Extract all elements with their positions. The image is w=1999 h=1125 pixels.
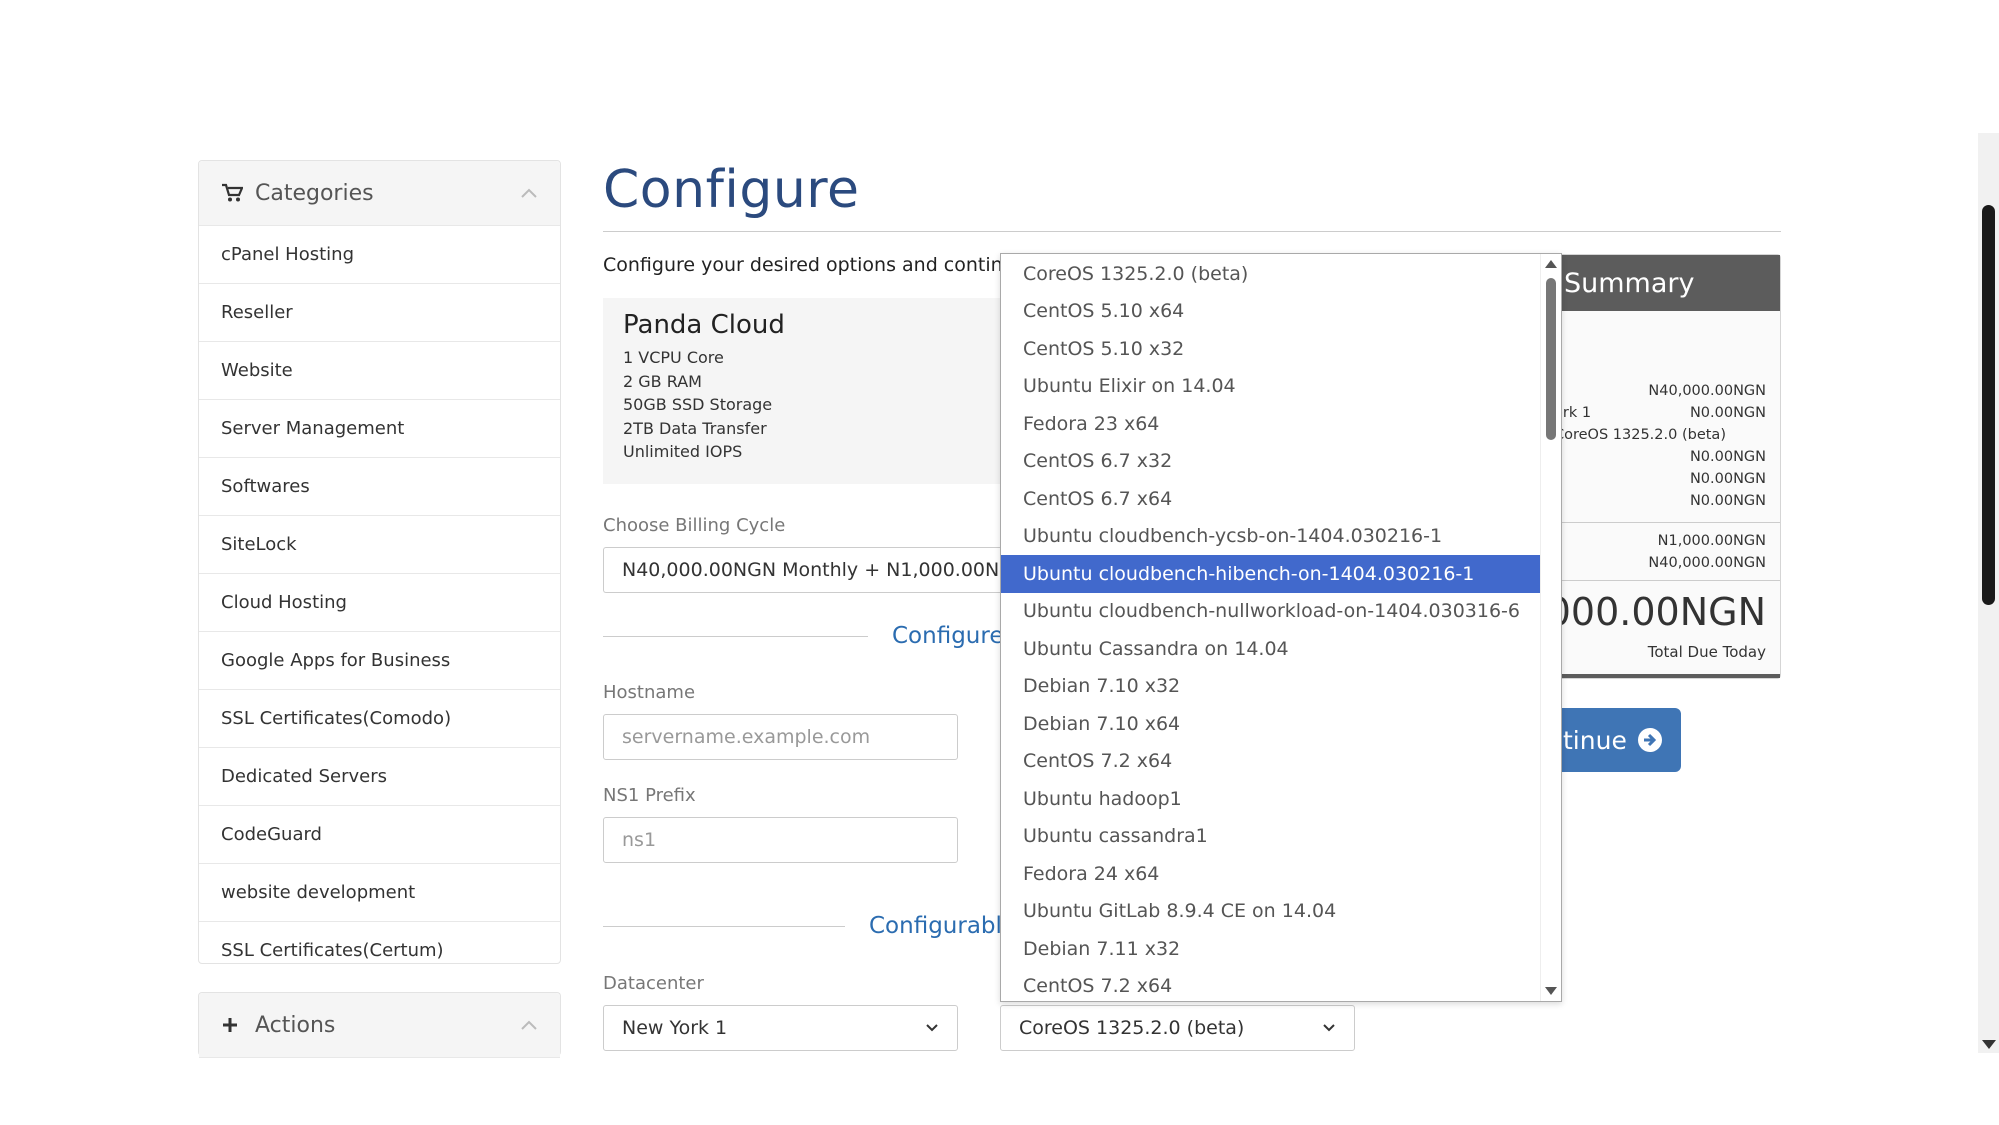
arrow-circle-right-icon [1637, 727, 1663, 753]
page-scroll-thumb[interactable] [1982, 205, 1995, 605]
sidebar-item[interactable]: Server Management [199, 399, 560, 457]
chevron-up-icon[interactable] [520, 1019, 538, 1031]
datacenter-label: Datacenter [603, 973, 704, 994]
summary-recurring: N40,000.00NGN [1648, 555, 1766, 571]
operating-system-select[interactable]: CoreOS 1325.2.0 (beta) [1000, 1005, 1355, 1051]
total-due-amount: ,000.00NGN [1534, 590, 1766, 634]
product-feature: 50GB SSD Storage [623, 395, 773, 414]
hostname-input[interactable]: servername.example.com [603, 714, 958, 760]
categories-header[interactable]: Categories [199, 161, 560, 226]
chevron-down-icon [1322, 1023, 1336, 1033]
hostname-label: Hostname [603, 682, 696, 703]
dropdown-option[interactable]: Debian 7.11 x32 [1001, 930, 1543, 968]
summary-item: CoreOS 1325.2.0 (beta) [1554, 427, 1726, 443]
scroll-down-icon[interactable] [1982, 1040, 1996, 1049]
plus-icon [221, 1016, 243, 1034]
order-summary: Summary N40,000.00NGN ork 1 N0.00NGN Cor… [1535, 254, 1781, 679]
sidebar-item[interactable]: website development [199, 863, 560, 921]
dropdown-option[interactable]: Ubuntu cassandra1 [1001, 818, 1543, 856]
summary-divider [1554, 522, 1780, 523]
intro-text: Configure your desired options and conti… [603, 254, 1015, 276]
dropdown-option[interactable]: CentOS 7.2 x64 [1001, 743, 1543, 781]
dropdown-option[interactable]: CentOS 5.10 x64 [1001, 293, 1543, 331]
dropdown-option[interactable]: Ubuntu Elixir on 14.04 [1001, 368, 1543, 406]
page-title: Configure [603, 160, 860, 220]
product-feature: 2 GB RAM [623, 371, 702, 391]
configurable-options-heading: Configurable [869, 913, 1017, 939]
datacenter-value: New York 1 [622, 1017, 728, 1039]
product-info-box: Panda Cloud 1 VCPU Core 2 GB RAM 50GB SS… [603, 298, 1023, 484]
total-due-label: Total Due Today [1647, 643, 1766, 661]
dropdown-option[interactable]: CentOS 7.2 x64 [1001, 968, 1543, 1002]
sidebar-item[interactable]: SiteLock [199, 515, 560, 573]
dropdown-option[interactable]: Ubuntu cloudbench-hibench-on-1404.030216… [1001, 555, 1543, 593]
sidebar-item[interactable]: Google Apps for Business [199, 631, 560, 689]
section-divider [603, 926, 845, 927]
operating-system-dropdown-list[interactable]: CoreOS 1325.2.0 (beta) CentOS 5.10 x64 Cen… [1000, 253, 1562, 1002]
ns1-prefix-label: NS1 Prefix [603, 785, 696, 806]
dropdown-option[interactable]: CoreOS 1325.2.0 (beta) [1001, 255, 1543, 293]
ns1-placeholder: ns1 [622, 829, 657, 851]
billing-cycle-select[interactable]: N40,000.00NGN Monthly + N1,000.00NGN [603, 547, 1023, 593]
continue-button[interactable]: tinue [1553, 708, 1681, 772]
page-scrollbar[interactable] [1978, 133, 1999, 1053]
summary-divider [1554, 580, 1780, 581]
categories-title: Categories [255, 180, 374, 206]
sidebar-item[interactable]: Dedicated Servers [199, 747, 560, 805]
operating-system-value: CoreOS 1325.2.0 (beta) [1019, 1017, 1245, 1039]
product-name: Panda Cloud [623, 310, 785, 340]
scroll-down-icon[interactable] [1545, 987, 1557, 995]
dropdown-option[interactable]: Ubuntu cloudbench-ycsb-on-1404.030216-1 [1001, 518, 1543, 556]
sidebar-item[interactable]: cPanel Hosting [199, 226, 560, 283]
sidebar-item[interactable]: SSL Certificates(Certum) [199, 921, 560, 979]
sidebar-item[interactable]: Website [199, 341, 560, 399]
summary-setup-fee: N1,000.00NGN [1657, 533, 1766, 549]
summary-amount: N0.00NGN [1689, 493, 1766, 509]
hostname-placeholder: servername.example.com [622, 726, 871, 748]
summary-amount: N0.00NGN [1689, 471, 1766, 487]
dropdown-option[interactable]: Ubuntu hadoop1 [1001, 780, 1543, 818]
chevron-up-icon[interactable] [520, 187, 538, 199]
datacenter-select[interactable]: New York 1 [603, 1005, 958, 1051]
continue-label: tinue [1563, 725, 1627, 755]
summary-amount: N0.00NGN [1689, 449, 1766, 465]
dropdown-scrollbar[interactable] [1540, 254, 1561, 1001]
product-feature: 1 VCPU Core [623, 348, 724, 367]
dropdown-option[interactable]: Debian 7.10 x64 [1001, 705, 1543, 743]
dropdown-option[interactable]: Ubuntu GitLab 8.9.4 CE on 14.04 [1001, 893, 1543, 931]
configure-section-heading: Configure [892, 623, 1004, 649]
sidebar-item[interactable]: Reseller [199, 283, 560, 341]
billing-cycle-value: N40,000.00NGN Monthly + N1,000.00NGN [622, 559, 1023, 581]
title-divider [603, 231, 1781, 232]
product-feature: Unlimited IOPS [623, 442, 743, 461]
billing-cycle-label: Choose Billing Cycle [603, 515, 786, 536]
dropdown-option[interactable]: Fedora 24 x64 [1001, 855, 1543, 893]
dropdown-option[interactable]: Ubuntu Cassandra on 14.04 [1001, 630, 1543, 668]
ns1-prefix-input[interactable]: ns1 [603, 817, 958, 863]
section-divider [603, 636, 868, 637]
order-summary-title: Summary [1554, 255, 1780, 311]
categories-panel: Categories cPanel Hosting Reseller Website… [198, 160, 561, 964]
sidebar-item[interactable]: Cloud Hosting [199, 573, 560, 631]
dropdown-option[interactable]: CentOS 6.7 x64 [1001, 480, 1543, 518]
dropdown-option[interactable]: Fedora 23 x64 [1001, 405, 1543, 443]
cart-icon [221, 183, 243, 203]
actions-panel: Actions [198, 992, 561, 1058]
sidebar-item[interactable]: CodeGuard [199, 805, 560, 863]
product-feature: 2TB Data Transfer [623, 418, 767, 438]
scroll-up-icon[interactable] [1545, 260, 1557, 268]
actions-header[interactable]: Actions [199, 993, 560, 1058]
dropdown-scroll-thumb[interactable] [1546, 278, 1556, 440]
sidebar-item[interactable]: Softwares [199, 457, 560, 515]
sidebar-item[interactable]: SSL Certificates(Comodo) [199, 689, 560, 747]
dropdown-option[interactable]: Ubuntu cloudbench-nullworkload-on-1404.0… [1001, 593, 1543, 631]
summary-amount: N40,000.00NGN [1648, 383, 1766, 399]
dropdown-option[interactable]: CentOS 5.10 x32 [1001, 330, 1543, 368]
dropdown-option[interactable]: Debian 7.10 x32 [1001, 668, 1543, 706]
chevron-down-icon [925, 1023, 939, 1033]
summary-bottom-bar [1554, 674, 1780, 678]
actions-title: Actions [255, 1012, 336, 1038]
dropdown-option[interactable]: CentOS 6.7 x32 [1001, 443, 1543, 481]
summary-amount: N0.00NGN [1689, 405, 1766, 421]
